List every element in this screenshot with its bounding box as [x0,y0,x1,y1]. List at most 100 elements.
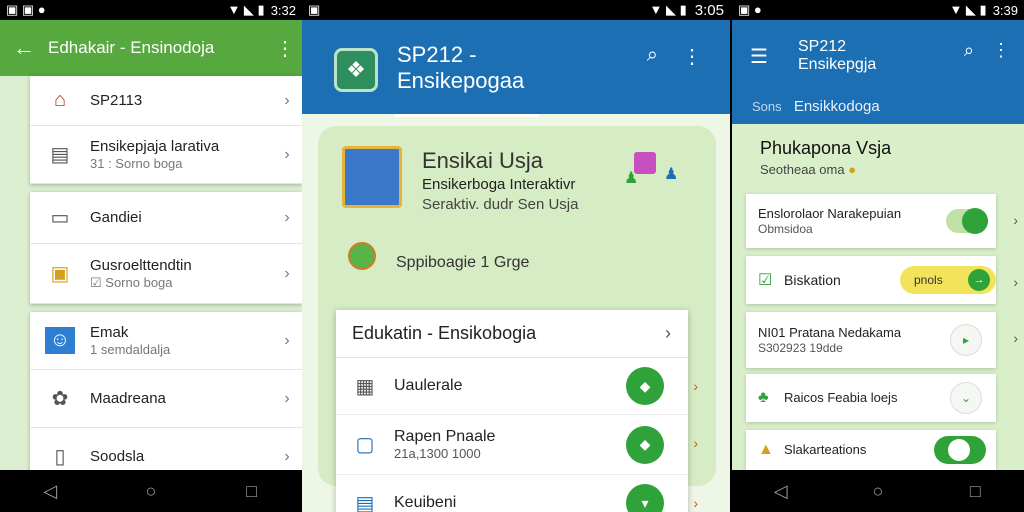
app-logo-icon: ❖ [334,48,378,92]
list-item[interactable]: ☺ Emak 1 semdaldalja › [30,312,302,370]
sub-header-title: Ensikkodoga [793,98,880,115]
section-title: Phukapona Vsja [760,138,892,158]
title-line-1: SP212 - [397,42,477,67]
app-bar: ← Edhakair - Ensinodoja ⋮ [0,20,302,76]
item-label: Gusroelttendtin [90,256,192,274]
document-search-icon: ▤ [50,144,70,166]
building-illustration-icon [342,146,402,208]
chevron-right-icon: › [284,208,290,226]
back-nav-icon[interactable]: ◁ [30,481,70,502]
signal-icon: ▼ ◣ ▮ [949,2,987,17]
screen-left: ▣ ▣ ● ▼ ◣ ▮ 3:32 ← Edhakair - Ensinodoja… [0,0,302,512]
search-icon[interactable]: ⌕ [647,44,658,67]
setting-row[interactable]: ♣ Raicos Feabia loejs ⌄ [746,374,996,422]
go-button[interactable]: ◆ [626,425,664,464]
item-label: Soodsla [90,447,145,465]
content-card: Edukatin - Ensikobogia › ▦ Uaulerale ◆ ›… [336,310,698,512]
check-square-icon: ☑ [758,272,773,289]
recents-nav-icon[interactable]: □ [232,481,272,502]
card-header[interactable]: Edukatin - Ensikobogia › [336,310,688,358]
briefcase-icon: ▭ [50,207,70,229]
toggle-switch[interactable] [946,208,988,234]
item-sub: ☑ Sorno boga [90,274,173,290]
chevron-right-icon: › [1013,274,1018,290]
item-label: SP2113 [90,91,143,109]
sub-header-prefix: Sons [752,99,782,114]
setting-row[interactable]: ▲ Slakarteations [746,430,996,470]
chevron-right-icon: › [284,331,290,349]
list-item[interactable]: ✿ Maadreana › [30,370,302,428]
item-label: Keuibeni [394,494,457,512]
more-options-icon[interactable]: ⋮ [992,40,1010,61]
item-label: Gandiei [90,208,142,226]
chevron-right-icon: › [284,145,290,163]
app-bar: ☰ SP212 Ensikepgja ⌕ ⋮ Sons Ensikkodoga [732,20,1024,124]
calendar-icon: ▤ [355,492,375,512]
hero-heading: Ensikai Usja [422,148,544,173]
nav-bar: ◁ ○ □ [0,470,302,512]
more-options-icon[interactable]: ⋮ [268,36,302,61]
more-options-icon[interactable]: ⋮ [682,44,702,69]
list-item[interactable]: ▤ Ensikepjaja larativa 31 : Sorno boga › [30,126,302,184]
signal-icon: ▼ ◣ ▮ [227,2,265,17]
list-item[interactable]: ▦ Uaulerale ◆ › [336,358,698,415]
home-nav-icon[interactable]: ○ [858,481,898,502]
app-title: SP212 - Ensikepogaa [397,42,524,95]
expand-button[interactable]: ⌄ [950,382,982,414]
chevron-right-icon: › [1013,330,1018,346]
hero-mini-text: Sppiboagie 1 Grge [396,254,530,271]
list-item[interactable]: ▢ Rapen Pnaale 21a,1300 1000 ◆ › [336,415,698,475]
box-icon: ▣ [50,263,70,285]
status-time: 3:32 [270,2,296,18]
hero-subheading: Ensikerboga Interaktivr [422,176,576,193]
section-sub-text: Seotheaa oma [760,162,845,177]
chevron-right-icon: › [693,435,698,451]
status-bar: ▣ ▣ ● ▼ ◣ ▮ 3:32 [0,0,302,20]
clipboard-icon: ▯ [54,446,66,468]
signal-icon: ▼ ◣ ▮ [649,2,687,17]
item-label: Slakarteations [784,442,867,458]
list-item[interactable]: ⌂ SP2113 › [30,76,302,126]
sub-header: Sons Ensikkodoga [752,98,880,115]
setting-row[interactable]: Enslorolaor Narakepuian Obmsidoa › [746,194,1018,248]
back-arrow-icon[interactable]: ← [0,35,48,61]
chevron-right-icon: › [1013,212,1018,228]
go-button[interactable]: ◆ [626,367,664,405]
setting-row[interactable]: NI01 Pratana Nedakama S302923 19dde ▸ › [746,312,1018,368]
item-label: Raicos Feabia loejs [784,390,898,406]
chevron-right-icon: › [284,91,290,109]
nav-bar: ◁ ○ □ [732,470,1024,512]
item-label: Maadreana [90,389,166,407]
list-card-2: ▭ Gandiei › ▣ Gusroelttendtin ☑ Sorno bo… [30,192,302,304]
setting-row[interactable]: ☑ Biskation pnols → › [746,256,1018,304]
title-line-2: Ensikepogaa [397,68,525,94]
status-bar: ▣ ▼ ◣ ▮ 3:05 [302,0,730,20]
recents-nav-icon[interactable]: □ [955,481,995,502]
notification-icons: ▣ ▣ ● [6,2,46,17]
home-icon: ⌂ [53,89,67,111]
toggle-switch[interactable] [934,436,986,464]
list-item[interactable]: ▣ Gusroelttendtin ☑ Sorno boga › [30,244,302,304]
title-line-2: Ensikepgja [798,56,877,74]
pill-label: pnols [914,273,943,287]
go-button[interactable]: ▾ [626,484,664,512]
notification-icon: ▣ ● [738,2,762,17]
home-nav-icon[interactable]: ○ [131,481,171,502]
item-label: Rapen Pnaale [394,428,496,446]
search-icon[interactable]: ⌕ [964,40,974,61]
list-item[interactable]: ▤ Keuibeni ▾ › [336,475,698,512]
item-label: Biskation [784,271,841,288]
document-icon: ▢ [355,434,375,456]
item-label: Enslorolaor Narakepuian [758,206,902,221]
chevron-right-icon: › [284,389,290,407]
menu-icon[interactable]: ☰ [750,44,768,69]
children-illustration-icon: ♟ ♟ [624,152,684,192]
gear-outline-icon: ✿ [51,388,69,410]
app-bar: ❖ SP212 - Ensikepogaa ⌕ ⋮ [302,20,730,117]
grid-icon: ▦ [355,375,375,398]
status-pill[interactable]: pnols → [900,266,996,294]
arrow-button[interactable]: ▸ [950,324,982,356]
back-nav-icon[interactable]: ◁ [761,481,801,502]
chevron-right-icon: › [693,378,698,394]
list-item[interactable]: ▭ Gandiei › [30,192,302,244]
